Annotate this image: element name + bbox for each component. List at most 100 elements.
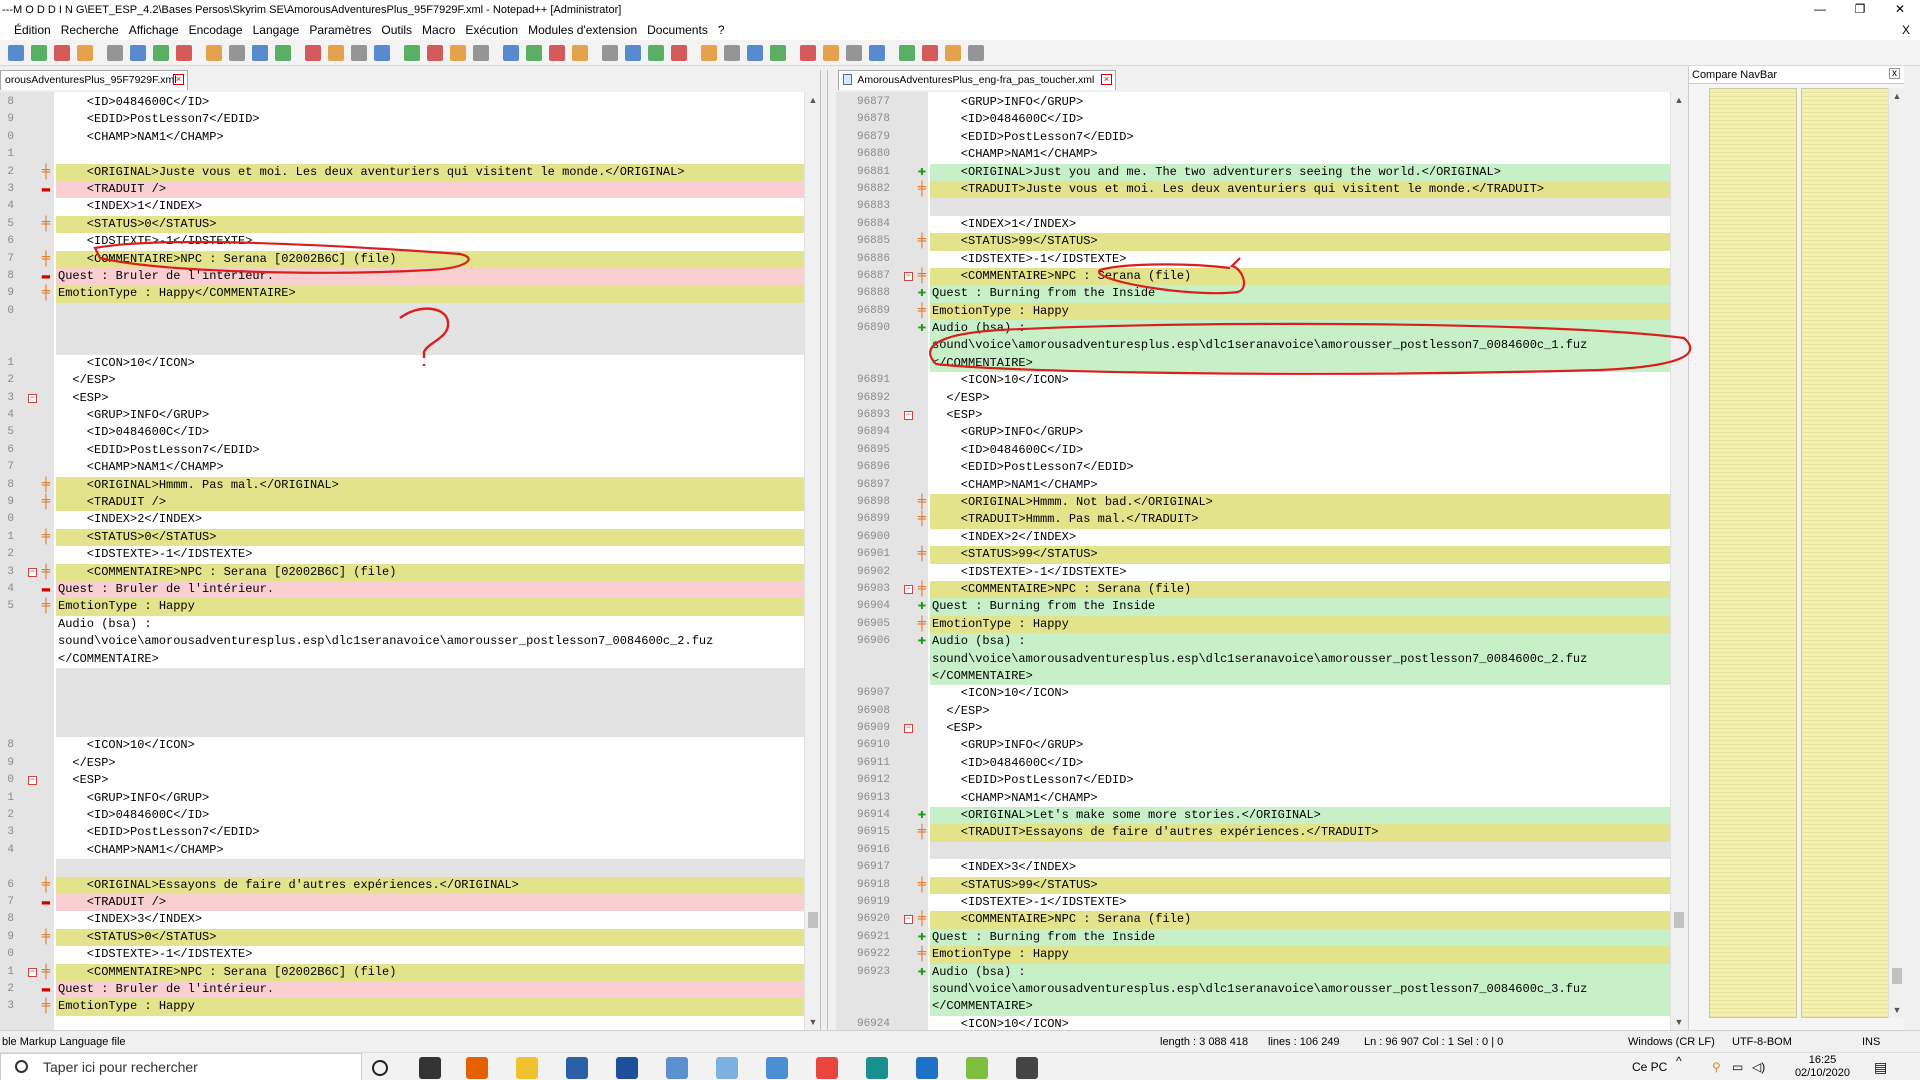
code-text[interactable]: EmotionType : Happy [56, 998, 820, 1016]
code-text[interactable]: <EDID>PostLesson7</EDID> [930, 772, 1686, 789]
code-line[interactable]: 96902 <IDSTEXTE>-1</IDSTEXTE> [836, 564, 1686, 581]
code-line[interactable]: 2 ╪ <ORIGINAL>Juste vous et moi. Les deux… [0, 163, 820, 181]
code-line[interactable]: 96899 ╪ <TRADUIT>Hmmm. Pas mal.</TRADUIT> [836, 511, 1686, 529]
code-line[interactable]: 96897 <CHAMP>NAM1</CHAMP> [836, 477, 1686, 494]
code-text[interactable]: <EDID>PostLesson7</EDID> [930, 459, 1686, 476]
fold-toggle-icon[interactable]: − [904, 271, 913, 281]
code-line[interactable]: 7 ▬ <TRADUIT /> [0, 893, 820, 912]
code-line[interactable]: 96890 ✚ Audio (bsa) : [836, 320, 1686, 338]
chrome-icon[interactable] [816, 1057, 838, 1079]
code-text[interactable]: <ID>0484600C</ID> [56, 807, 820, 824]
code-text[interactable]: </ESP> [56, 372, 820, 389]
code-line[interactable]: 96893 − <ESP> [836, 407, 1686, 424]
code-line[interactable]: 1 ╪ <STATUS>0</STATUS> [0, 528, 820, 547]
code-line[interactable]: 1 [0, 146, 820, 163]
code-text[interactable]: <ORIGINAL>Hmmm. Pas mal.</ORIGINAL> [56, 476, 820, 494]
sync-v-icon[interactable] [404, 45, 420, 61]
code-line[interactable]: 4 <GRUP>INFO</GRUP> [0, 407, 820, 424]
code-text[interactable]: <EDID>PostLesson7</EDID> [56, 442, 820, 459]
code-line[interactable]: 1 ╪ − <COMMENTAIRE>NPC : Serana [02002B6C]… [0, 963, 820, 981]
code-text[interactable]: <GRUP>INFO</GRUP> [930, 94, 1686, 111]
code-line[interactable]: </COMMENTAIRE> [836, 667, 1686, 686]
code-text[interactable] [930, 198, 1686, 216]
code-text[interactable]: EmotionType : Happy [930, 946, 1686, 964]
image-viewer-icon[interactable] [666, 1057, 688, 1079]
code-line[interactable]: 0 [0, 302, 820, 321]
code-text[interactable] [56, 337, 820, 355]
code-line[interactable]: 96906 ✚ Audio (bsa) : [836, 633, 1686, 651]
code-text[interactable]: <STATUS>99</STATUS> [930, 546, 1686, 564]
code-line[interactable]: 7 <CHAMP>NAM1</CHAMP> [0, 459, 820, 476]
copy-icon[interactable] [206, 45, 222, 61]
code-line[interactable]: 96881 ✚ <ORIGINAL>Just you and me. The tw… [836, 163, 1686, 181]
code-line[interactable]: 96922 ╪ EmotionType : Happy [836, 946, 1686, 964]
code-line[interactable]: 1 <GRUP>INFO</GRUP> [0, 790, 820, 807]
code-text[interactable]: sound\voice\amorousadventuresplus.esp\dl… [930, 650, 1686, 668]
code-text[interactable]: <IDSTEXTE>-1</IDSTEXTE> [930, 894, 1686, 911]
code-line[interactable]: 8 <ID>0484600C</ID> [0, 94, 820, 111]
scroll-up-icon[interactable]: ▲ [1889, 88, 1905, 104]
code-line[interactable]: 96914 ✚ <ORIGINAL>Let's make some more st… [836, 807, 1686, 825]
media-icon[interactable] [766, 1057, 788, 1079]
code-line[interactable]: 8 <INDEX>3</INDEX> [0, 911, 820, 928]
code-text[interactable] [930, 841, 1686, 860]
code-text[interactable]: <ID>0484600C</ID> [930, 755, 1686, 772]
find-icon[interactable] [305, 45, 321, 61]
code-text[interactable]: </ESP> [930, 703, 1686, 720]
code-line[interactable]: 6 <EDID>PostLesson7</EDID> [0, 442, 820, 459]
menu-item-5[interactable]: Paramètres [304, 20, 376, 40]
code-line[interactable]: 96898 ╪ <ORIGINAL>Hmmm. Not bad.</ORIGINA… [836, 493, 1686, 512]
code-text[interactable]: Audio (bsa) : [56, 616, 820, 633]
code-line[interactable]: 96894 <GRUP>INFO</GRUP> [836, 424, 1686, 441]
code-line[interactable]: 96889 ╪ EmotionType : Happy [836, 302, 1686, 321]
notifications-icon[interactable]: ▤ [1874, 1053, 1887, 1080]
right-vertical-scrollbar[interactable]: ▲ ▼ [1670, 92, 1686, 1030]
code-line[interactable]: 9 </ESP> [0, 755, 820, 772]
code-text[interactable]: <STATUS>0</STATUS> [56, 928, 820, 947]
code-text[interactable]: <ORIGINAL>Let's make some more stories.<… [930, 807, 1686, 825]
code-line[interactable]: 9 ╪ <TRADUIT /> [0, 493, 820, 512]
code-line[interactable]: </COMMENTAIRE> [836, 354, 1686, 373]
code-text[interactable]: <GRUP>INFO</GRUP> [930, 424, 1686, 441]
menu-item-6[interactable]: Outils [376, 20, 417, 40]
code-line[interactable]: 0 <INDEX>2</INDEX> [0, 511, 820, 528]
code-text[interactable]: Quest : Burning from the Inside [930, 598, 1686, 616]
code-line[interactable]: 96884 <INDEX>1</INDEX> [836, 216, 1686, 233]
code-line[interactable]: 96903 ╪ − <COMMENTAIRE>NPC : Serana (file) [836, 580, 1686, 599]
close-all-icon[interactable] [130, 45, 146, 61]
code-text[interactable]: <COMMENTAIRE>NPC : Serana [02002B6C] (fi… [56, 250, 820, 268]
code-line[interactable]: 96916 [836, 841, 1686, 860]
navbar-close-icon[interactable]: x [1889, 68, 1900, 79]
cut-icon[interactable] [176, 45, 192, 61]
code-text[interactable]: sound\voice\amorousadventuresplus.esp\dl… [930, 337, 1686, 355]
menu-item-7[interactable]: Macro [417, 20, 460, 40]
code-line[interactable]: 4 <INDEX>1</INDEX> [0, 198, 820, 215]
monitor-icon[interactable] [625, 45, 641, 61]
code-line[interactable]: 5 ╪ EmotionType : Happy [0, 598, 820, 616]
code-text[interactable]: <COMMENTAIRE>NPC : Serana (file) [930, 911, 1686, 929]
tab-right-file[interactable]: AmorousAdventuresPlus_eng-fra_pas_touche… [838, 70, 1116, 90]
code-line[interactable]: 8 ▬ Quest : Bruler de l'intérieur. [0, 267, 820, 286]
udl-icon[interactable] [526, 45, 542, 61]
code-text[interactable]: Audio (bsa) : [930, 633, 1686, 651]
code-text[interactable]: <EDID>PostLesson7</EDID> [56, 824, 820, 841]
code-text[interactable]: <ESP> [930, 720, 1686, 737]
code-text[interactable]: <EDID>PostLesson7</EDID> [930, 129, 1686, 146]
tab-close-icon[interactable]: × [173, 74, 184, 85]
code-line[interactable]: 4 <CHAMP>NAM1</CHAMP> [0, 842, 820, 859]
menu-item-2[interactable]: Affichage [124, 20, 184, 40]
code-line[interactable]: 96879 <EDID>PostLesson7</EDID> [836, 129, 1686, 146]
code-text[interactable]: <INDEX>2</INDEX> [930, 529, 1686, 546]
code-line[interactable]: sound\voice\amorousadventuresplus.esp\dl… [836, 337, 1686, 355]
code-line[interactable]: 96908 </ESP> [836, 703, 1686, 720]
fold-toggle-icon[interactable]: − [28, 776, 37, 786]
menu-item-11[interactable]: ? [713, 20, 730, 40]
code-text[interactable]: <COMMENTAIRE>NPC : Serana (file) [930, 267, 1686, 286]
code-text[interactable] [56, 146, 820, 163]
code-text[interactable]: </ESP> [56, 755, 820, 772]
cortana-icon[interactable] [372, 1060, 388, 1076]
code-text[interactable]: </ESP> [930, 390, 1686, 407]
code-text[interactable]: Audio (bsa) : [930, 320, 1686, 338]
fold-toggle-icon[interactable]: − [28, 967, 37, 977]
code-line[interactable]: 96917 <INDEX>3</INDEX> [836, 859, 1686, 876]
